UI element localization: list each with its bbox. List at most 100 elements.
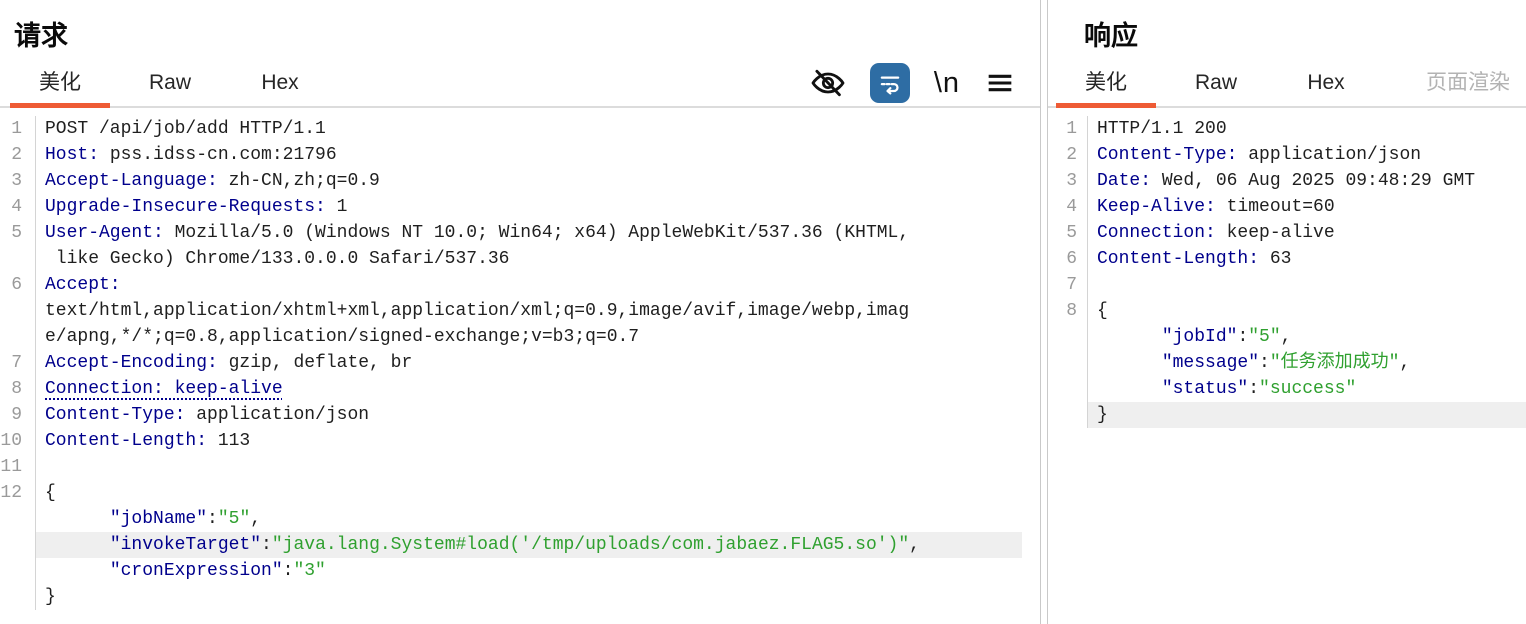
code-text[interactable]: POST /api/job/add HTTP/1.1 [36,116,1022,142]
eye-off-icon[interactable] [810,65,846,101]
line-number: 5 [1048,220,1088,246]
response-panel: 响应 美化 Raw Hex 页面渲染 1HTTP/1.1 2002Content… [1048,0,1526,624]
code-line: text/html,application/xhtml+xml,applicat… [0,298,1022,324]
code-text[interactable]: Connection: keep-alive [1088,220,1526,246]
tab-response-pretty[interactable]: 美化 [1056,60,1156,106]
code-text[interactable] [1088,272,1526,298]
code-line: "status":"success" [1048,376,1526,402]
request-toolbar: \n [810,60,1040,106]
code-text[interactable]: Content-Type: application/json [36,402,1022,428]
line-number: 7 [0,350,36,376]
line-number [0,584,36,610]
newline-literal-icon[interactable]: \n [934,67,960,100]
request-panel: 请求 美化 Raw Hex \n [0,0,1040,624]
code-text[interactable]: Accept: [36,272,1022,298]
code-text[interactable]: Date: Wed, 06 Aug 2025 09:48:29 GMT [1088,168,1526,194]
code-text[interactable]: { [36,480,1022,506]
line-number: 1 [1048,116,1088,142]
line-number: 6 [0,272,36,298]
code-text[interactable]: Content-Length: 63 [1088,246,1526,272]
code-line: 1POST /api/job/add HTTP/1.1 [0,116,1022,142]
code-line: 4Upgrade-Insecure-Requests: 1 [0,194,1022,220]
line-number: 1 [0,116,36,142]
request-editor[interactable]: 1POST /api/job/add HTTP/1.12Host: pss.id… [0,108,1022,610]
line-number: 3 [1048,168,1088,194]
code-line: 5Connection: keep-alive [1048,220,1526,246]
code-line: 4Keep-Alive: timeout=60 [1048,194,1526,220]
tab-response-raw[interactable]: Raw [1166,60,1266,106]
code-text[interactable]: Host: pss.idss-cn.com:21796 [36,142,1022,168]
code-text[interactable]: "jobName":"5", [36,506,1022,532]
line-number [0,506,36,532]
code-line: 6Content-Length: 63 [1048,246,1526,272]
code-text[interactable]: like Gecko) Chrome/133.0.0.0 Safari/537.… [36,246,1022,272]
code-text[interactable]: Accept-Encoding: gzip, deflate, br [36,350,1022,376]
code-line: 8Connection: keep-alive [0,376,1022,402]
tab-response-render: 页面渲染 [1426,60,1510,106]
code-line: 9Content-Type: application/json [0,402,1022,428]
code-text[interactable] [36,454,1022,480]
code-text[interactable]: "cronExpression":"3" [36,558,1022,584]
code-text[interactable]: Content-Length: 113 [36,428,1022,454]
request-tabbar: 美化 Raw Hex \n [0,60,1040,108]
code-line: } [0,584,1022,610]
code-line: 10Content-Length: 113 [0,428,1022,454]
panel-divider[interactable] [1040,0,1048,624]
code-line: 6Accept: [0,272,1022,298]
code-text[interactable]: } [36,584,1022,610]
code-text[interactable]: Content-Type: application/json [1088,142,1526,168]
code-text[interactable]: Connection: keep-alive [36,376,1022,402]
code-text[interactable]: Upgrade-Insecure-Requests: 1 [36,194,1022,220]
code-line: 2Content-Type: application/json [1048,142,1526,168]
code-line: } [1048,402,1526,428]
code-line: "message":"任务添加成功", [1048,350,1526,376]
line-number: 10 [0,428,36,454]
code-text[interactable]: Accept-Language: zh-CN,zh;q=0.9 [36,168,1022,194]
line-number: 8 [0,376,36,402]
code-line: 11 [0,454,1022,480]
response-tabbar: 美化 Raw Hex 页面渲染 [1048,60,1526,108]
code-line: 1HTTP/1.1 200 [1048,116,1526,142]
tab-response-hex[interactable]: Hex [1276,60,1376,106]
line-number: 3 [0,168,36,194]
code-line: e/apng,*/*;q=0.8,application/signed-exch… [0,324,1022,350]
line-number: 11 [0,454,36,480]
code-text[interactable]: text/html,application/xhtml+xml,applicat… [36,298,1022,324]
line-number [0,532,36,558]
code-line: 12{ [0,480,1022,506]
code-text[interactable]: { [1088,298,1526,324]
tab-request-pretty[interactable]: 美化 [10,60,110,106]
line-number [0,558,36,584]
line-number: 2 [1048,142,1088,168]
request-panel-title: 请求 [0,0,1040,60]
line-number [1048,376,1088,402]
menu-icon[interactable] [984,67,1016,99]
response-editor[interactable]: 1HTTP/1.1 2002Content-Type: application/… [1048,108,1526,428]
line-number: 7 [1048,272,1088,298]
code-text[interactable]: e/apng,*/*;q=0.8,application/signed-exch… [36,324,1022,350]
code-line: 2Host: pss.idss-cn.com:21796 [0,142,1022,168]
tab-request-hex[interactable]: Hex [230,60,330,106]
code-line: like Gecko) Chrome/133.0.0.0 Safari/537.… [0,246,1022,272]
code-text[interactable]: "message":"任务添加成功", [1088,350,1526,376]
code-text[interactable]: Keep-Alive: timeout=60 [1088,194,1526,220]
code-text[interactable]: "invokeTarget":"java.lang.System#load('/… [36,532,1022,558]
word-wrap-icon[interactable] [870,63,910,103]
line-number [1048,350,1088,376]
line-number [1048,402,1088,428]
response-panel-title: 响应 [1048,0,1526,60]
code-text[interactable]: "jobId":"5", [1088,324,1526,350]
code-text[interactable]: User-Agent: Mozilla/5.0 (Windows NT 10.0… [36,220,1022,246]
code-line: 7Accept-Encoding: gzip, deflate, br [0,350,1022,376]
line-number: 9 [0,402,36,428]
line-number [1048,324,1088,350]
code-text[interactable]: } [1088,402,1526,428]
code-line: "jobName":"5", [0,506,1022,532]
code-text[interactable]: "status":"success" [1088,376,1526,402]
code-text[interactable]: HTTP/1.1 200 [1088,116,1526,142]
line-number: 6 [1048,246,1088,272]
code-line: 3Accept-Language: zh-CN,zh;q=0.9 [0,168,1022,194]
tab-request-raw[interactable]: Raw [120,60,220,106]
line-number [0,324,36,350]
code-line: "cronExpression":"3" [0,558,1022,584]
